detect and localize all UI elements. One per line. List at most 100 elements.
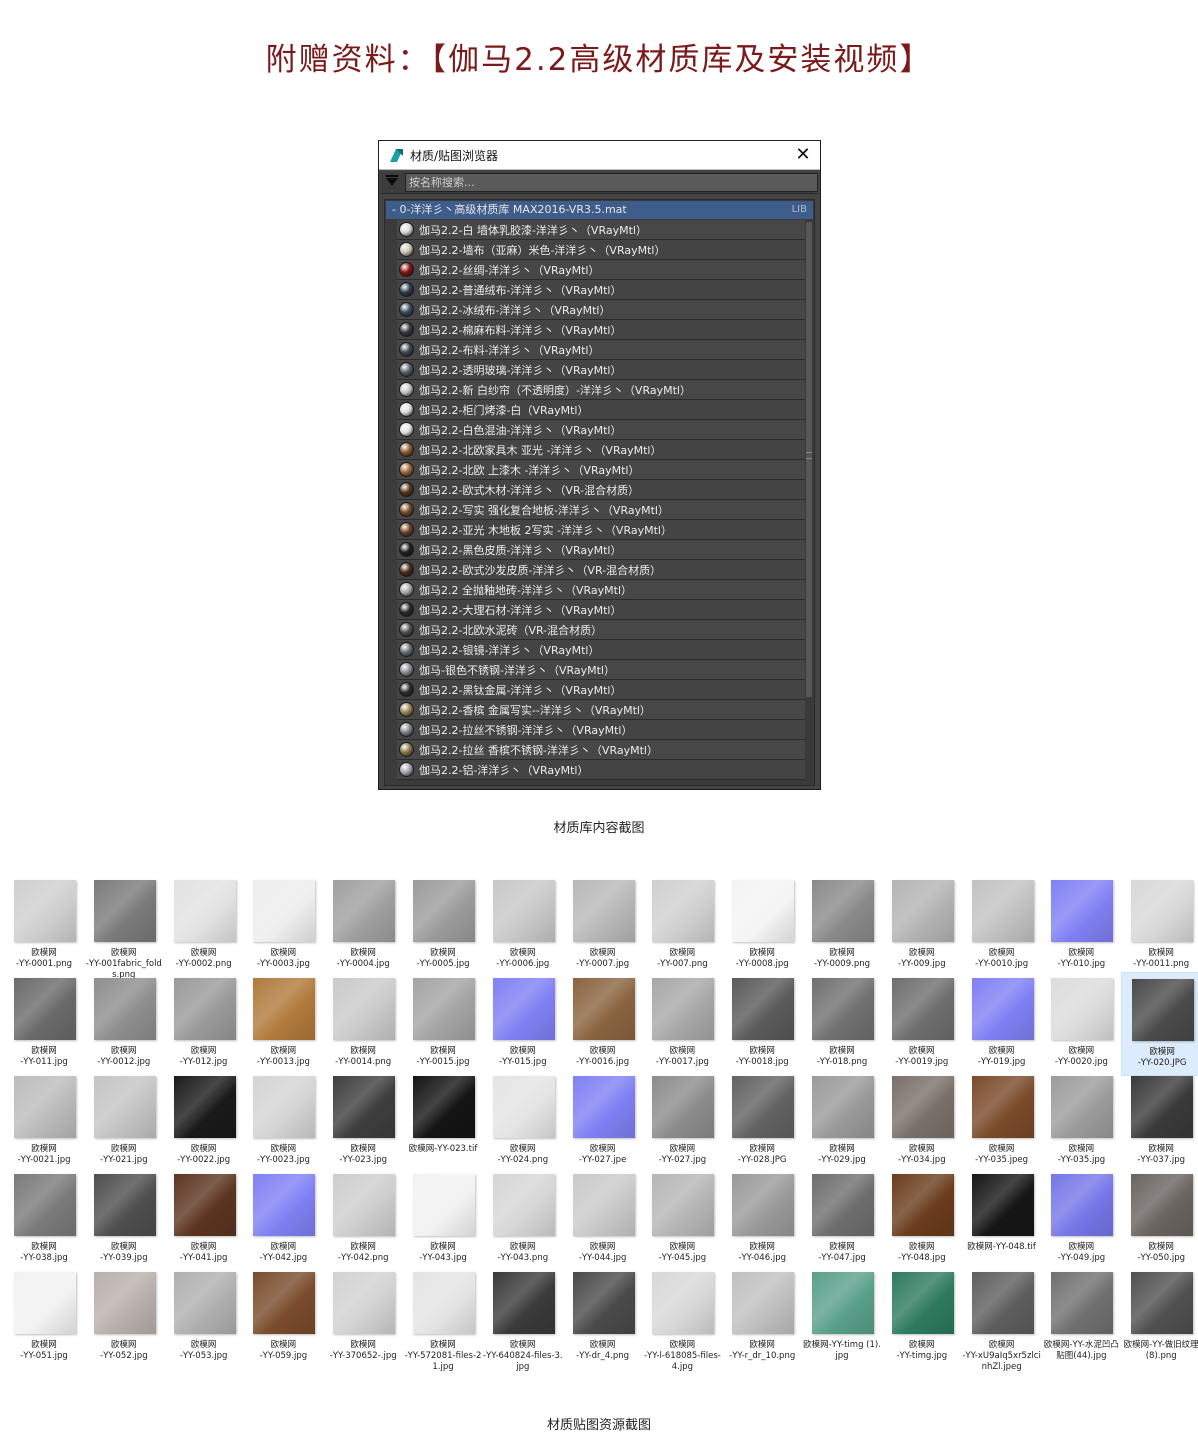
texture-file-item[interactable]: 欧模网-YY-048.tif: [962, 1168, 1042, 1272]
texture-file-item[interactable]: 欧模网 -YY-029.jpg: [802, 1070, 882, 1174]
texture-file-item[interactable]: 欧模网 -YY-007.png: [642, 874, 722, 978]
texture-file-item[interactable]: 欧模网 -YY-0009.png: [802, 874, 882, 978]
material-row[interactable]: 伽马2.2-写实 强化复合地板-洋洋彡丶（VRayMtl）: [397, 500, 809, 520]
texture-file-item[interactable]: 欧模网 -YY-047.jpg: [802, 1168, 882, 1272]
material-row[interactable]: 伽马2.2-拉丝 香槟不锈钢-洋洋彡丶（VRayMtl）: [397, 740, 809, 760]
texture-file-item[interactable]: 欧模网 -YY-045.jpg: [642, 1168, 722, 1272]
texture-file-item[interactable]: 欧模网 -YY-0003.jpg: [243, 874, 323, 978]
texture-file-item[interactable]: 欧模网 -YY-048.jpg: [882, 1168, 962, 1272]
texture-file-item[interactable]: 欧模网 -YY-052.jpg: [84, 1266, 164, 1370]
texture-file-item[interactable]: 欧模网 -YY-039.jpg: [84, 1168, 164, 1272]
material-row[interactable]: 伽马2.2-普通绒布-洋洋彡丶（VRayMtl）: [397, 280, 809, 300]
texture-file-item[interactable]: 欧模网 -YY-0005.jpg: [403, 874, 483, 978]
texture-file-item[interactable]: 欧模网 -YY-043.png: [483, 1168, 563, 1272]
texture-file-item[interactable]: 欧模网 -YY-0023.jpg: [243, 1070, 323, 1174]
material-row[interactable]: 伽马2.2-新 白纱帘（不透明度）-洋洋彡丶（VRayMtl）: [397, 380, 809, 400]
texture-file-item[interactable]: 欧模网 -YY-012.jpg: [164, 972, 244, 1076]
texture-file-item[interactable]: 欧模网 -YY-037.jpg: [1121, 1070, 1198, 1174]
texture-file-item[interactable]: 欧模网 -YY-027.jpe: [563, 1070, 643, 1174]
material-row[interactable]: 伽马2.2-布料-洋洋彡丶（VRayMtl）: [397, 340, 809, 360]
texture-file-item[interactable]: 欧模网 -YY-009.jpg: [882, 874, 962, 978]
material-row[interactable]: 伽马2.2-黑色皮质-洋洋彡丶（VRayMtl）: [397, 540, 809, 560]
scrollbar[interactable]: [805, 220, 813, 785]
texture-file-item[interactable]: 欧模网 -YY-028.JPG: [722, 1070, 802, 1174]
texture-file-item[interactable]: 欧模网 -YY-0004.jpg: [323, 874, 403, 978]
texture-file-item[interactable]: 欧模网 -YY-0021.jpg: [4, 1070, 84, 1174]
texture-file-item[interactable]: 欧模网 -YY-0002.png: [164, 874, 244, 978]
texture-file-item[interactable]: 欧模网 -YY-023.jpg: [323, 1070, 403, 1174]
texture-file-item[interactable]: 欧模网 -YY-042.png: [323, 1168, 403, 1272]
library-header[interactable]: - 0-洋洋彡丶高级材质库 MAX2016-VR3.5.mat LIB: [386, 201, 813, 219]
texture-file-item[interactable]: 欧模网 -YY-043.jpg: [403, 1168, 483, 1272]
texture-file-item[interactable]: 欧模网 -YY-042.jpg: [243, 1168, 323, 1272]
texture-file-item[interactable]: 欧模网 -YY-051.jpg: [4, 1266, 84, 1370]
material-row[interactable]: 伽马2.2-欧式沙发皮质-洋洋彡丶（VR-混合材质）: [397, 560, 809, 580]
dropdown-menu-icon[interactable]: [386, 178, 398, 186]
texture-file-item[interactable]: 欧模网-YY-023.tif: [403, 1070, 483, 1174]
texture-file-item[interactable]: 欧模网 -YY-0013.jpg: [243, 972, 323, 1076]
material-row[interactable]: 伽马2.2-亚光 木地板 2写实 -洋洋彡丶（VRayMtl）: [397, 520, 809, 540]
texture-file-item[interactable]: 欧模网-YY-做旧纹理 (8).png: [1121, 1266, 1198, 1370]
search-input[interactable]: [405, 173, 818, 192]
texture-file-item[interactable]: 欧模网-YY-timg (1).jpg: [802, 1266, 882, 1370]
material-row[interactable]: 伽马2.2 全抛釉地砖-洋洋彡丶（VRayMtl）: [397, 580, 809, 600]
texture-file-item[interactable]: 欧模网 -YY-049.jpg: [1041, 1168, 1121, 1272]
texture-file-item[interactable]: 欧模网 -YY-053.jpg: [164, 1266, 244, 1370]
material-row[interactable]: 伽马2.2-棉麻布料-洋洋彡丶（VRayMtl）: [397, 320, 809, 340]
texture-file-item[interactable]: 欧模网-YY-水泥凹凸贴图(44).jpg: [1041, 1266, 1121, 1370]
texture-file-item[interactable]: 欧模网 -YY-041.jpg: [164, 1168, 244, 1272]
texture-file-item[interactable]: 欧模网 -YY-010.jpg: [1041, 874, 1121, 978]
texture-file-item[interactable]: 欧模网 -YY-0015.jpg: [403, 972, 483, 1076]
material-row[interactable]: 伽马2.2-北欧水泥砖（VR-混合材质）: [397, 620, 809, 640]
texture-file-item[interactable]: 欧模网 -YY-0017.jpg: [642, 972, 722, 1076]
texture-file-item[interactable]: 欧模网 -YY-0012.jpg: [84, 972, 164, 1076]
material-row[interactable]: 伽马2.2-铝-洋洋彡丶（VRayMtl）: [397, 760, 809, 780]
texture-file-item[interactable]: 欧模网 -YY-059.jpg: [243, 1266, 323, 1370]
material-row[interactable]: 伽马2.2-北欧 上漆木 -洋洋彡丶（VRayMtl）: [397, 460, 809, 480]
texture-file-item[interactable]: 欧模网 -YY-0019.jpg: [882, 972, 962, 1076]
texture-file-item[interactable]: 欧模网 -YY-0001.png: [4, 874, 84, 978]
texture-file-item[interactable]: 欧模网 -YY-015.jpg: [483, 972, 563, 1076]
texture-file-item[interactable]: 欧模网 -YY-024.png: [483, 1070, 563, 1174]
texture-file-item[interactable]: 欧模网 -YY-xU9aIq5xr5zlcinhZl.jpeg: [962, 1266, 1042, 1372]
texture-file-item[interactable]: 欧模网 -YY-640824-files-3.jpg: [483, 1266, 563, 1372]
material-row[interactable]: 伽马2.2-丝绸-洋洋彡丶（VRayMtl）: [397, 260, 809, 280]
texture-file-item[interactable]: 欧模网 -YY-019.jpg: [962, 972, 1042, 1076]
material-row[interactable]: 伽马2.2-墙布（亚麻）米色-洋洋彡丶（VRayMtl）: [397, 240, 809, 260]
texture-file-item[interactable]: 欧模网 -YY-050.jpg: [1121, 1168, 1198, 1272]
texture-file-item[interactable]: 欧模网 -YY-0022.jpg: [164, 1070, 244, 1174]
texture-file-item[interactable]: 欧模网 -YY-dr_4.png: [563, 1266, 643, 1370]
texture-file-item[interactable]: 欧模网 -YY-timg.jpg: [882, 1266, 962, 1370]
material-row[interactable]: 伽马2.2-拉丝不锈钢-洋洋彡丶（VRayMtl）: [397, 720, 809, 740]
material-row[interactable]: 伽马2.2-白 墙体乳胶漆-洋洋彡丶（VRayMtl）: [397, 220, 809, 240]
texture-file-item[interactable]: 欧模网 -YY-0010.jpg: [962, 874, 1042, 978]
texture-file-item[interactable]: 欧模网 -YY-035.jpeg: [962, 1070, 1042, 1174]
texture-file-item[interactable]: 欧模网 -YY-020.JPG: [1121, 972, 1198, 1076]
material-row[interactable]: 伽马-银色不锈钢-洋洋彡丶（VRayMtl）: [397, 660, 809, 680]
texture-file-item[interactable]: 欧模网 -YY-0008.jpg: [722, 874, 802, 978]
texture-file-item[interactable]: 欧模网 -YY-572081-files-21.jpg: [403, 1266, 483, 1372]
texture-file-item[interactable]: 欧模网 -YY-034.jpg: [882, 1070, 962, 1174]
material-row[interactable]: 伽马2.2-透明玻璃-洋洋彡丶（VRayMtl）: [397, 360, 809, 380]
material-row[interactable]: 伽马2.2-白色混油-洋洋彡丶（VRayMtl）: [397, 420, 809, 440]
texture-file-item[interactable]: 欧模网 -YY-0006.jpg: [483, 874, 563, 978]
close-icon[interactable]: ✕: [792, 144, 814, 166]
material-row[interactable]: 伽马2.2-香槟 金属写实--洋洋彡丶（VRayMtl）: [397, 700, 809, 720]
texture-file-item[interactable]: 欧模网 -YY-035.jpg: [1041, 1070, 1121, 1174]
material-row[interactable]: 伽马2.2-冰绒布-洋洋彡丶（VRayMtl）: [397, 300, 809, 320]
material-row[interactable]: 伽马2.2-北欧家具木 亚光 -洋洋彡丶（VRayMtl）: [397, 440, 809, 460]
scroll-thumb[interactable]: [806, 222, 812, 697]
texture-file-item[interactable]: 欧模网 -YY-0014.png: [323, 972, 403, 1076]
texture-file-item[interactable]: 欧模网 -YY-370652-.jpg: [323, 1266, 403, 1370]
material-row[interactable]: 伽马2.2-欧式木材-洋洋彡丶（VR-混合材质）: [397, 480, 809, 500]
texture-file-item[interactable]: 欧模网 -YY-044.jpg: [563, 1168, 643, 1272]
material-row[interactable]: 伽马2.2-银镜-洋洋彡丶（VRayMtl）: [397, 640, 809, 660]
material-row[interactable]: 伽马2.2-黑钛金属-洋洋彡丶（VRayMtl）: [397, 680, 809, 700]
texture-file-item[interactable]: 欧模网 -YY-001fabric_folds.png: [84, 874, 164, 980]
texture-file-item[interactable]: 欧模网 -YY-046.jpg: [722, 1168, 802, 1272]
texture-file-item[interactable]: 欧模网 -YY-0018.jpg: [722, 972, 802, 1076]
material-row[interactable]: 伽马2.2-柜门烤漆-白（VRayMtl）: [397, 400, 809, 420]
texture-file-item[interactable]: 欧模网 -YY-l-618085-files-4.jpg: [642, 1266, 722, 1372]
texture-file-item[interactable]: 欧模网 -YY-011.jpg: [4, 972, 84, 1076]
texture-file-item[interactable]: 欧模网 -YY-r_dr_10.png: [722, 1266, 802, 1370]
